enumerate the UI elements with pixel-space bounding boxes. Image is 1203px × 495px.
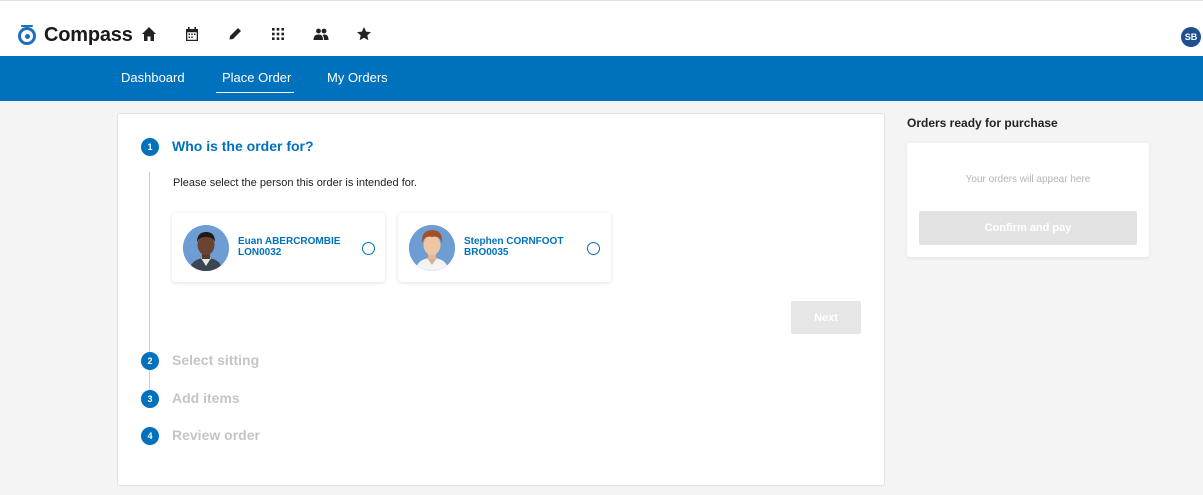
main-nav: Dashboard Place Order My Orders — [0, 56, 1203, 101]
step-2-number: 2 — [141, 352, 159, 370]
pencil-icon[interactable] — [224, 23, 246, 45]
orders-panel: Your orders will appear here Confirm and… — [907, 143, 1149, 257]
top-bar: Compass SB — [0, 0, 1203, 56]
person-card-stephen[interactable]: Stephen CORNFOOT BRO0035 — [398, 213, 611, 282]
calendar-icon[interactable] — [181, 23, 203, 45]
active-tab-indicator — [216, 92, 294, 93]
step-4-number: 4 — [141, 427, 159, 445]
star-icon[interactable] — [353, 23, 375, 45]
person-name: Euan ABERCROMBIE LON0032 — [238, 236, 341, 258]
brand-name: Compass — [44, 23, 133, 46]
person-select-instruction: Please select the person this order is i… — [173, 177, 417, 189]
header-icon-bar — [138, 23, 396, 45]
order-wizard-card: 1 Who is the order for? Please select th… — [117, 113, 885, 486]
avatar — [409, 225, 455, 271]
step-3-title: Add items — [172, 390, 240, 406]
person-radio-euan[interactable] — [362, 242, 375, 255]
step-4-title: Review order — [172, 427, 260, 443]
orders-empty-message: Your orders will appear here — [965, 174, 1091, 185]
person-name: Stephen CORNFOOT BRO0035 — [464, 236, 564, 258]
home-icon[interactable] — [138, 23, 160, 45]
step-3-number: 3 — [141, 390, 159, 408]
person-card-euan[interactable]: Euan ABERCROMBIE LON0032 — [172, 213, 385, 282]
person-radio-stephen[interactable] — [587, 242, 600, 255]
user-avatar[interactable]: SB — [1181, 27, 1201, 47]
tab-dashboard[interactable]: Dashboard — [121, 70, 185, 85]
compass-logo-icon — [18, 25, 38, 45]
grid-icon[interactable] — [267, 23, 289, 45]
compass-logo[interactable]: Compass — [18, 21, 133, 49]
orders-heading: Orders ready for purchase — [907, 116, 1058, 130]
step-2-title: Select sitting — [172, 352, 260, 368]
tab-my-orders[interactable]: My Orders — [327, 70, 388, 85]
users-icon[interactable] — [310, 23, 332, 45]
step-1-number: 1 — [141, 138, 159, 156]
tab-place-order[interactable]: Place Order — [222, 70, 291, 85]
step-1-title[interactable]: Who is the order for? — [172, 138, 314, 154]
next-button[interactable]: Next — [791, 301, 861, 334]
avatar — [183, 225, 229, 271]
confirm-and-pay-button[interactable]: Confirm and pay — [919, 211, 1137, 245]
